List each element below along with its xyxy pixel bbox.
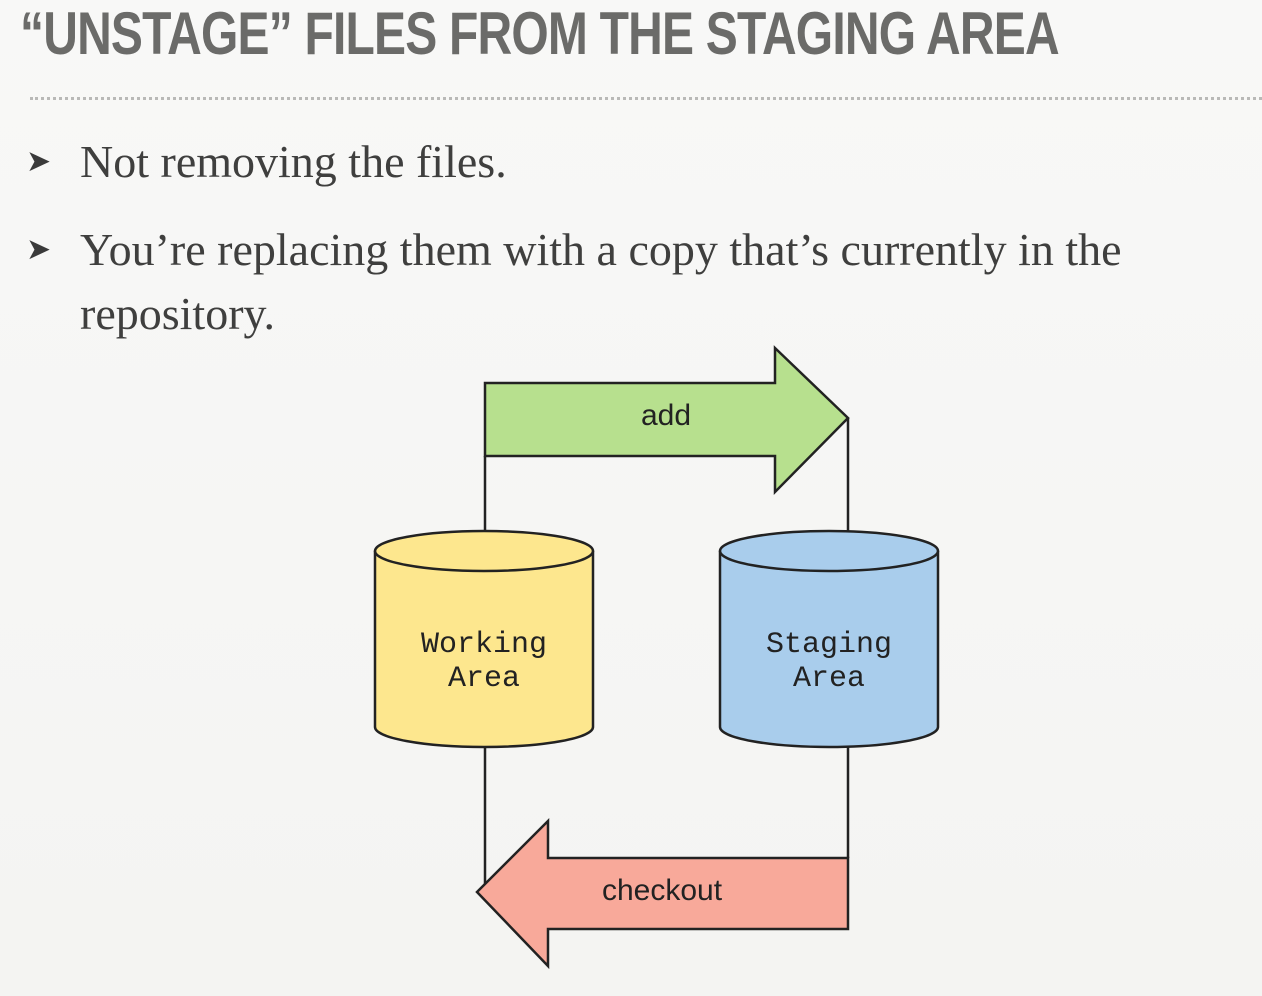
add-arrow-label: add [641,399,691,432]
staging-area-top [718,529,940,573]
working-area-label-line1: Working [421,628,547,662]
working-area-label-line2: Area [448,662,520,696]
add-arrow: add [483,345,850,496]
checkout-arrow: checkout [475,817,850,970]
git-staging-diagram: add checkout Working Area Staging Area [373,345,940,970]
working-area-top [373,529,595,573]
staging-area-label-line2: Area [793,662,865,696]
staging-area-cylinder: Staging Area [718,529,940,749]
slide: “UNSTAGE” FILES FROM THE STAGING AREA ➤ … [0,0,1262,996]
working-area-cylinder: Working Area [373,529,595,749]
checkout-arrow-label: checkout [602,874,723,907]
staging-area-label-line1: Staging [766,628,892,662]
